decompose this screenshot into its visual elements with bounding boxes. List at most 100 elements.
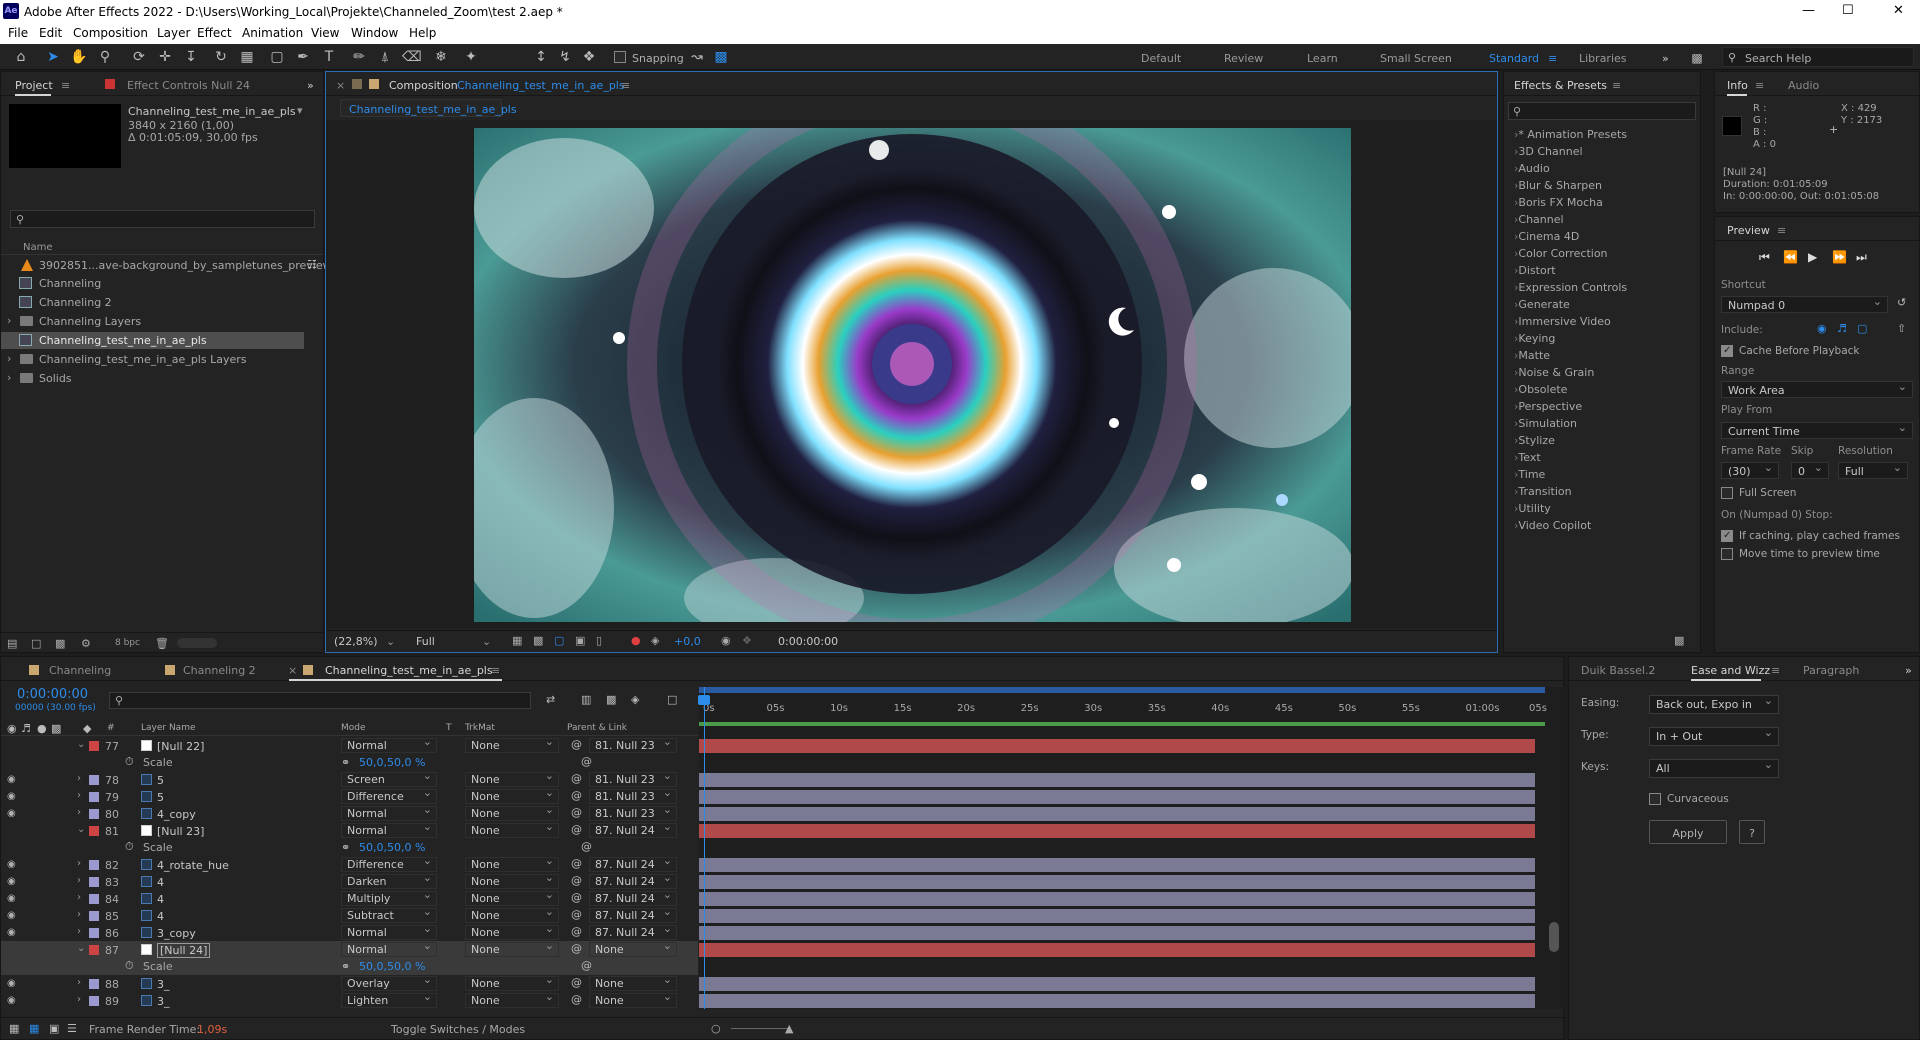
include-video-icon[interactable]: ◉ bbox=[1817, 323, 1827, 334]
puppet-pin-icon[interactable]: ✦ bbox=[462, 48, 480, 66]
include-audio-icon[interactable]: ♬ bbox=[1837, 323, 1847, 334]
orbit-camera-icon[interactable]: ⟳ bbox=[130, 48, 148, 66]
easing-dropdown[interactable]: Back out, Expo in bbox=[1649, 694, 1779, 714]
layer-duration-bar[interactable] bbox=[699, 977, 1535, 991]
track-matte-dropdown[interactable]: None bbox=[465, 737, 559, 753]
ease-menu-icon[interactable]: ≡ bbox=[1771, 664, 1780, 677]
timeline-menu-icon[interactable]: ≡ bbox=[491, 664, 500, 677]
tab-info[interactable]: Info bbox=[1727, 79, 1748, 92]
effects-category-item[interactable]: Matte bbox=[1514, 350, 1550, 361]
chevron-right-icon[interactable]: › bbox=[77, 909, 81, 920]
pick-whip-icon[interactable]: @ bbox=[571, 926, 582, 937]
scale-value[interactable]: 50,0,50,0 % bbox=[359, 757, 425, 768]
trash-icon[interactable]: 🗑 bbox=[155, 638, 169, 649]
stopwatch-icon[interactable]: ⏱ bbox=[125, 841, 134, 852]
layer-name[interactable]: [Null 24] bbox=[157, 943, 211, 958]
effects-category-item[interactable]: Immersive Video bbox=[1514, 316, 1610, 327]
tab-project[interactable]: Project bbox=[15, 79, 53, 92]
skip-dropdown[interactable]: 0 bbox=[1791, 461, 1829, 479]
timeline-scrollbar[interactable] bbox=[1549, 922, 1559, 952]
shortcut-dropdown[interactable]: Numpad 0 bbox=[1721, 295, 1888, 313]
dolly-camera-icon[interactable]: ↧ bbox=[182, 48, 200, 66]
layer-duration-bar[interactable] bbox=[699, 926, 1535, 940]
chevron-right-icon[interactable]: › bbox=[77, 977, 81, 988]
layer-name[interactable]: [Null 22] bbox=[157, 740, 204, 753]
layer-row[interactable]: ◉ › 79 5 Difference None @81. Null 23 bbox=[1, 787, 698, 805]
preview-menu-icon[interactable]: ≡ bbox=[1777, 224, 1786, 237]
workspace-default[interactable]: Default bbox=[1141, 52, 1181, 65]
parent-dropdown[interactable]: 81. Null 23 bbox=[589, 737, 677, 753]
tab-composition-name[interactable]: Channeling_test_me_in_ae_pls bbox=[457, 79, 625, 92]
layer-name[interactable]: 4_rotate_hue bbox=[157, 859, 229, 872]
layer-row[interactable]: ◉ › 80 4_copy Normal None @81. Null 23 bbox=[1, 804, 698, 822]
parent-dropdown[interactable]: None bbox=[589, 974, 677, 991]
list-item[interactable]: › Channeling_test_me_in_ae_pls Layers bbox=[1, 351, 323, 368]
hand-tool-icon[interactable]: ✋ bbox=[70, 48, 88, 66]
track-matte-dropdown[interactable]: None bbox=[465, 974, 559, 991]
region-of-interest-icon[interactable]: ▣ bbox=[575, 635, 585, 646]
timeline-search-input[interactable]: ⚲ bbox=[109, 692, 531, 709]
next-frame-icon[interactable]: ⏩ bbox=[1832, 251, 1847, 263]
frame-rate-dropdown[interactable]: (30) bbox=[1721, 461, 1779, 479]
include-overlays-icon[interactable]: ▢ bbox=[1857, 323, 1867, 334]
layer-row[interactable]: ◉ › 83 4 Darken None @87. Null 24 bbox=[1, 872, 698, 890]
eraser-tool-icon[interactable]: ⌫ bbox=[402, 48, 422, 66]
menu-composition[interactable]: Composition bbox=[73, 26, 148, 40]
visibility-eye-icon[interactable]: ◉ bbox=[7, 910, 16, 921]
minimize-button[interactable]: — bbox=[1802, 3, 1815, 18]
pick-whip-icon[interactable]: @ bbox=[571, 773, 582, 784]
parent-dropdown[interactable]: 81. Null 23 bbox=[589, 787, 677, 804]
effects-menu-icon[interactable]: ≡ bbox=[1612, 79, 1621, 92]
property-row[interactable]: ⏱ Scale ⚭ 50,0,50,0 % @ bbox=[1, 958, 698, 975]
visibility-eye-icon[interactable]: ◉ bbox=[7, 978, 16, 989]
effects-category-item[interactable]: Blur & Sharpen bbox=[1514, 180, 1602, 191]
list-item[interactable]: Channeling 2 bbox=[1, 294, 323, 311]
range-dropdown[interactable]: Work Area bbox=[1721, 380, 1913, 398]
layer-name[interactable]: 4 bbox=[157, 910, 164, 923]
label-color-swatch[interactable] bbox=[89, 894, 99, 904]
current-time[interactable]: 0:00:00:00 bbox=[17, 688, 88, 701]
shy-layers-icon[interactable]: ▩ bbox=[606, 694, 616, 705]
effects-category-item[interactable]: Noise & Grain bbox=[1514, 367, 1594, 378]
pick-whip-icon[interactable]: @ bbox=[581, 756, 592, 767]
chevron-right-icon[interactable]: › bbox=[77, 926, 81, 937]
pick-whip-icon[interactable]: @ bbox=[581, 960, 592, 971]
project-overflow-icon[interactable]: » bbox=[307, 79, 314, 92]
menu-animation[interactable]: Animation bbox=[242, 26, 303, 40]
info-menu-icon[interactable]: ≡ bbox=[1755, 79, 1764, 92]
layer-name[interactable]: [Null 23] bbox=[157, 825, 204, 838]
chevron-right-icon[interactable]: › bbox=[77, 994, 81, 1005]
track-matte-dropdown[interactable]: None bbox=[465, 804, 559, 821]
first-frame-icon[interactable]: ⏮ bbox=[1759, 251, 1770, 263]
workspace-learn[interactable]: Learn bbox=[1307, 52, 1338, 65]
composition-menu-icon[interactable]: ≡ bbox=[621, 79, 630, 92]
selection-tool-icon[interactable]: ➤ bbox=[44, 48, 62, 66]
layer-duration-bar[interactable] bbox=[699, 875, 1535, 889]
comp-flowchart-icon[interactable]: ⇄ bbox=[546, 694, 555, 705]
pick-whip-icon[interactable]: @ bbox=[571, 858, 582, 869]
chevron-right-icon[interactable]: › bbox=[77, 892, 81, 903]
maximize-button[interactable]: ☐ bbox=[1842, 3, 1854, 18]
layer-name[interactable]: 5 bbox=[157, 774, 164, 787]
snapshot-camera-icon[interactable]: ◉ bbox=[721, 635, 731, 646]
parent-dropdown[interactable]: 87. Null 24 bbox=[589, 906, 677, 923]
layer-duration-bar[interactable] bbox=[699, 790, 1535, 804]
column-layer-name[interactable]: Layer Name bbox=[141, 724, 196, 733]
layer-switches-icon[interactable]: ▦ bbox=[9, 1023, 19, 1034]
cache-before-playback-checkbox[interactable] bbox=[1721, 345, 1733, 357]
layer-row[interactable]: ◉ › 89 3_ Lighten None @ None bbox=[1, 991, 698, 1009]
tab-preview[interactable]: Preview bbox=[1727, 224, 1770, 237]
pick-whip-icon[interactable]: @ bbox=[571, 994, 582, 1005]
render-time-icon[interactable]: ☰ bbox=[67, 1023, 77, 1034]
property-row[interactable]: ⏱ Scale ⚭ 50,0,50,0 % @ bbox=[1, 754, 698, 771]
layer-name[interactable]: 3_ bbox=[157, 978, 170, 991]
stopwatch-icon[interactable]: ⏱ bbox=[125, 960, 134, 971]
layer-row[interactable]: ⌄ 87 [Null 24] Normal None @ None bbox=[1, 940, 698, 958]
tab-channeling[interactable]: Channeling bbox=[49, 664, 111, 677]
layer-row[interactable]: ◉ › 78 5 Screen None @81. Null 23 bbox=[1, 770, 698, 788]
label-color-swatch[interactable] bbox=[89, 877, 99, 887]
chevron-down-icon[interactable]: ⌄ bbox=[77, 739, 85, 750]
parent-dropdown[interactable]: 81. Null 23 bbox=[589, 804, 677, 821]
in-out-icon[interactable]: ▣ bbox=[49, 1023, 59, 1034]
workspace-small-screen[interactable]: Small Screen bbox=[1380, 52, 1452, 65]
